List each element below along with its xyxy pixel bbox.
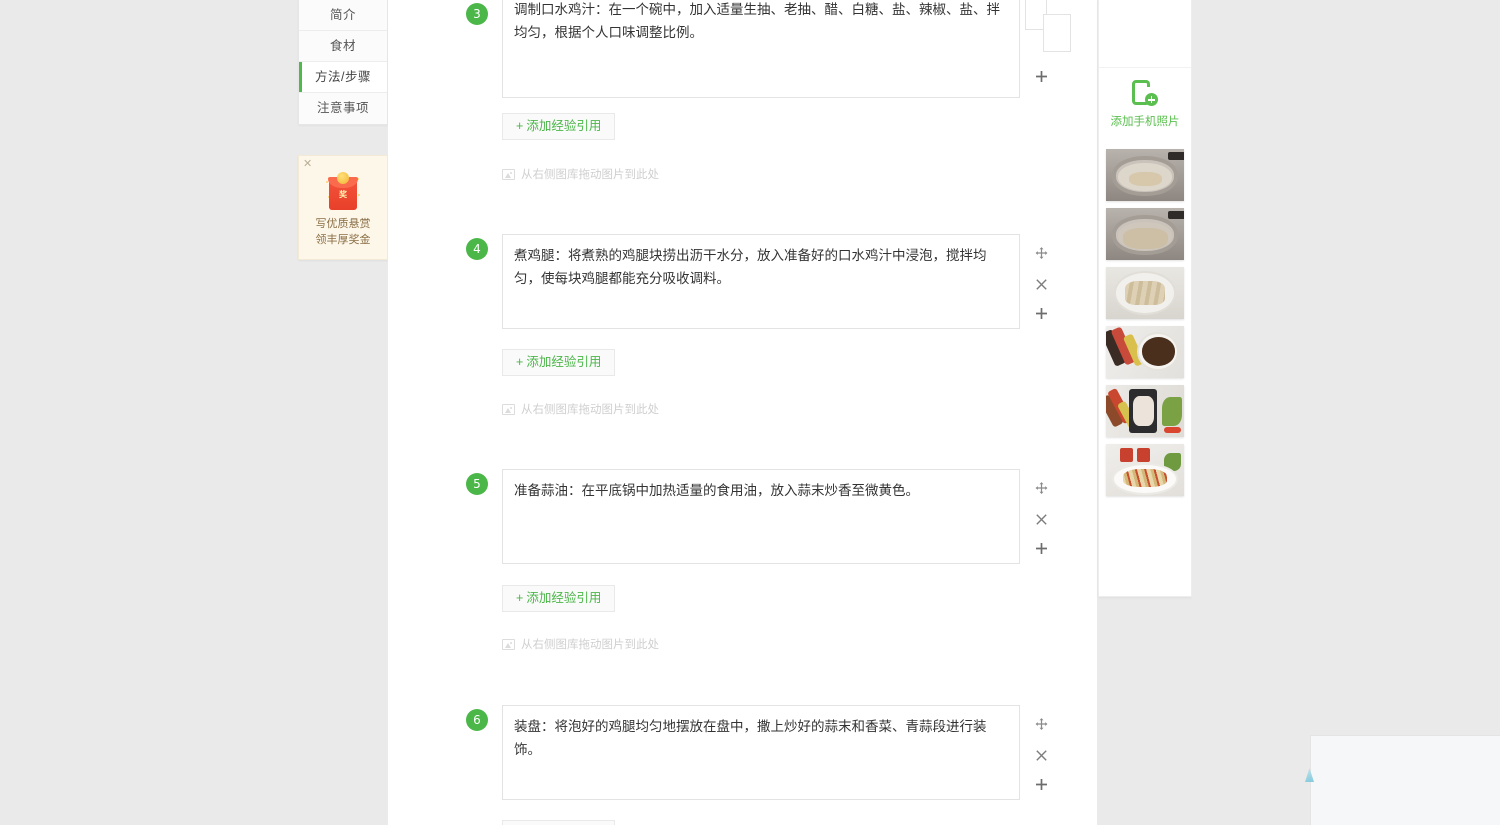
add-citation-button[interactable]: +添加经验引用 [502,820,616,825]
image-icon [502,403,515,415]
plus-glyph: + [516,119,524,133]
gallery-header [1099,0,1191,68]
envelope-label: 奖 [339,190,347,199]
plus-icon[interactable] [1031,303,1051,323]
sidebar-item-notes[interactable]: 注意事项 [299,93,387,124]
sidebar-item-label: 方法/步骤 [315,70,371,84]
bottom-right-panel [1310,735,1500,825]
sidebar-item-steps[interactable]: 方法/步骤 [299,62,387,93]
image-drop-hint-label: 从右侧图库拖动图片到此处 [521,169,659,181]
image-icon [502,168,515,180]
step-number-badge: 5 [466,473,488,495]
gallery-thumbnail[interactable] [1106,267,1184,319]
add-phone-photo-button[interactable]: 添加手机照片 [1099,68,1191,141]
move-icon[interactable] [1031,478,1051,498]
add-phone-photo-label: 添加手机照片 [1110,116,1180,128]
sidebar-item-label: 食材 [329,39,356,53]
left-gutter [0,0,298,825]
photo-gallery-panel: 添加手机照片 [1098,0,1192,597]
image-drop-hint[interactable]: 从右侧图库拖动图片到此处 [502,166,659,182]
add-citation-label: 添加经验引用 [526,355,602,369]
close-icon[interactable] [1043,14,1071,52]
promo-line-1: 写优质悬赏 [315,218,371,230]
image-drop-hint[interactable]: 从右侧图库拖动图片到此处 [502,636,659,652]
gallery-thumbnail[interactable] [1106,444,1184,496]
sidebar-item-label: 注意事项 [316,101,369,115]
plus-icon[interactable] [1031,774,1051,794]
promo-card[interactable]: ✕ 奖 写优质悬赏 领丰厚奖金 [298,155,388,260]
step-text-input[interactable]: 煮鸡腿：将煮熟的鸡腿块捞出沥干水分，放入准备好的口水鸡汁中浸泡，搅拌均匀，使每块… [502,234,1020,329]
sidebar: 简介 食材 方法/步骤 注意事项 [298,0,388,125]
step-text-input[interactable]: 装盘：将泡好的鸡腿均匀地摆放在盘中，撒上炒好的蒜末和香菜、青蒜段进行装饰。 [502,705,1020,800]
sidebar-item-label: 简介 [329,8,356,22]
move-icon[interactable] [1031,714,1051,734]
close-icon[interactable] [1031,745,1051,765]
image-drop-hint[interactable]: 从右侧图库拖动图片到此处 [502,401,659,417]
sidebar-item-ingredients[interactable]: 食材 [299,31,387,62]
close-icon[interactable] [1031,509,1051,529]
add-citation-button[interactable]: +添加经验引用 [502,113,616,140]
add-citation-label: 添加经验引用 [526,591,602,605]
step-number-badge: 6 [466,709,488,731]
close-icon[interactable] [1031,274,1051,294]
step-number-badge: 3 [466,3,488,25]
steps-editor: 3 调制口水鸡汁：在一个碗中，加入适量生抽、老抽、醋、白糖、盐、辣椒、盐、拌均匀… [388,0,1121,825]
gallery-thumbnail[interactable] [1106,149,1184,201]
promo-line-2: 领丰厚奖金 [315,234,371,246]
step-text-input[interactable]: 准备蒜油：在平底锅中加热适量的食用油，放入蒜末炒香至微黄色。 [502,469,1020,564]
add-citation-button[interactable]: +添加经验引用 [502,349,616,376]
gallery-thumbnail[interactable] [1106,208,1184,260]
sidebar-item-intro[interactable]: 简介 [299,0,387,31]
phone-plus-icon [1132,80,1158,107]
plus-glyph: + [516,591,524,605]
right-gutter [1192,0,1500,825]
gallery-thumbnail[interactable] [1106,326,1184,378]
move-icon[interactable] [1031,243,1051,263]
step-number-badge: 4 [466,238,488,260]
sidebar-nav: 简介 食材 方法/步骤 注意事项 [298,0,388,125]
step-text-input[interactable]: 调制口水鸡汁：在一个碗中，加入适量生抽、老抽、醋、白糖、盐、辣椒、盐、拌均匀，根… [502,0,1020,98]
gallery-thumbnail-list [1099,141,1191,496]
image-icon [502,638,515,650]
add-citation-button[interactable]: +添加经验引用 [502,585,616,612]
red-envelope-icon: 奖 [326,172,360,210]
image-drop-hint-label: 从右侧图库拖动图片到此处 [521,639,659,651]
close-icon[interactable]: ✕ [303,158,312,169]
plus-glyph: + [516,355,524,369]
plus-icon[interactable] [1031,66,1051,86]
promo-text: 写优质悬赏 领丰厚奖金 [299,216,387,248]
image-drop-hint-label: 从右侧图库拖动图片到此处 [521,404,659,416]
app-window: 简介 食材 方法/步骤 注意事项 ✕ 奖 写优质悬赏 领丰厚奖金 3 调制口水鸡… [0,0,1500,825]
gallery-thumbnail[interactable] [1106,385,1184,437]
plus-icon[interactable] [1031,538,1051,558]
add-citation-label: 添加经验引用 [526,119,602,133]
